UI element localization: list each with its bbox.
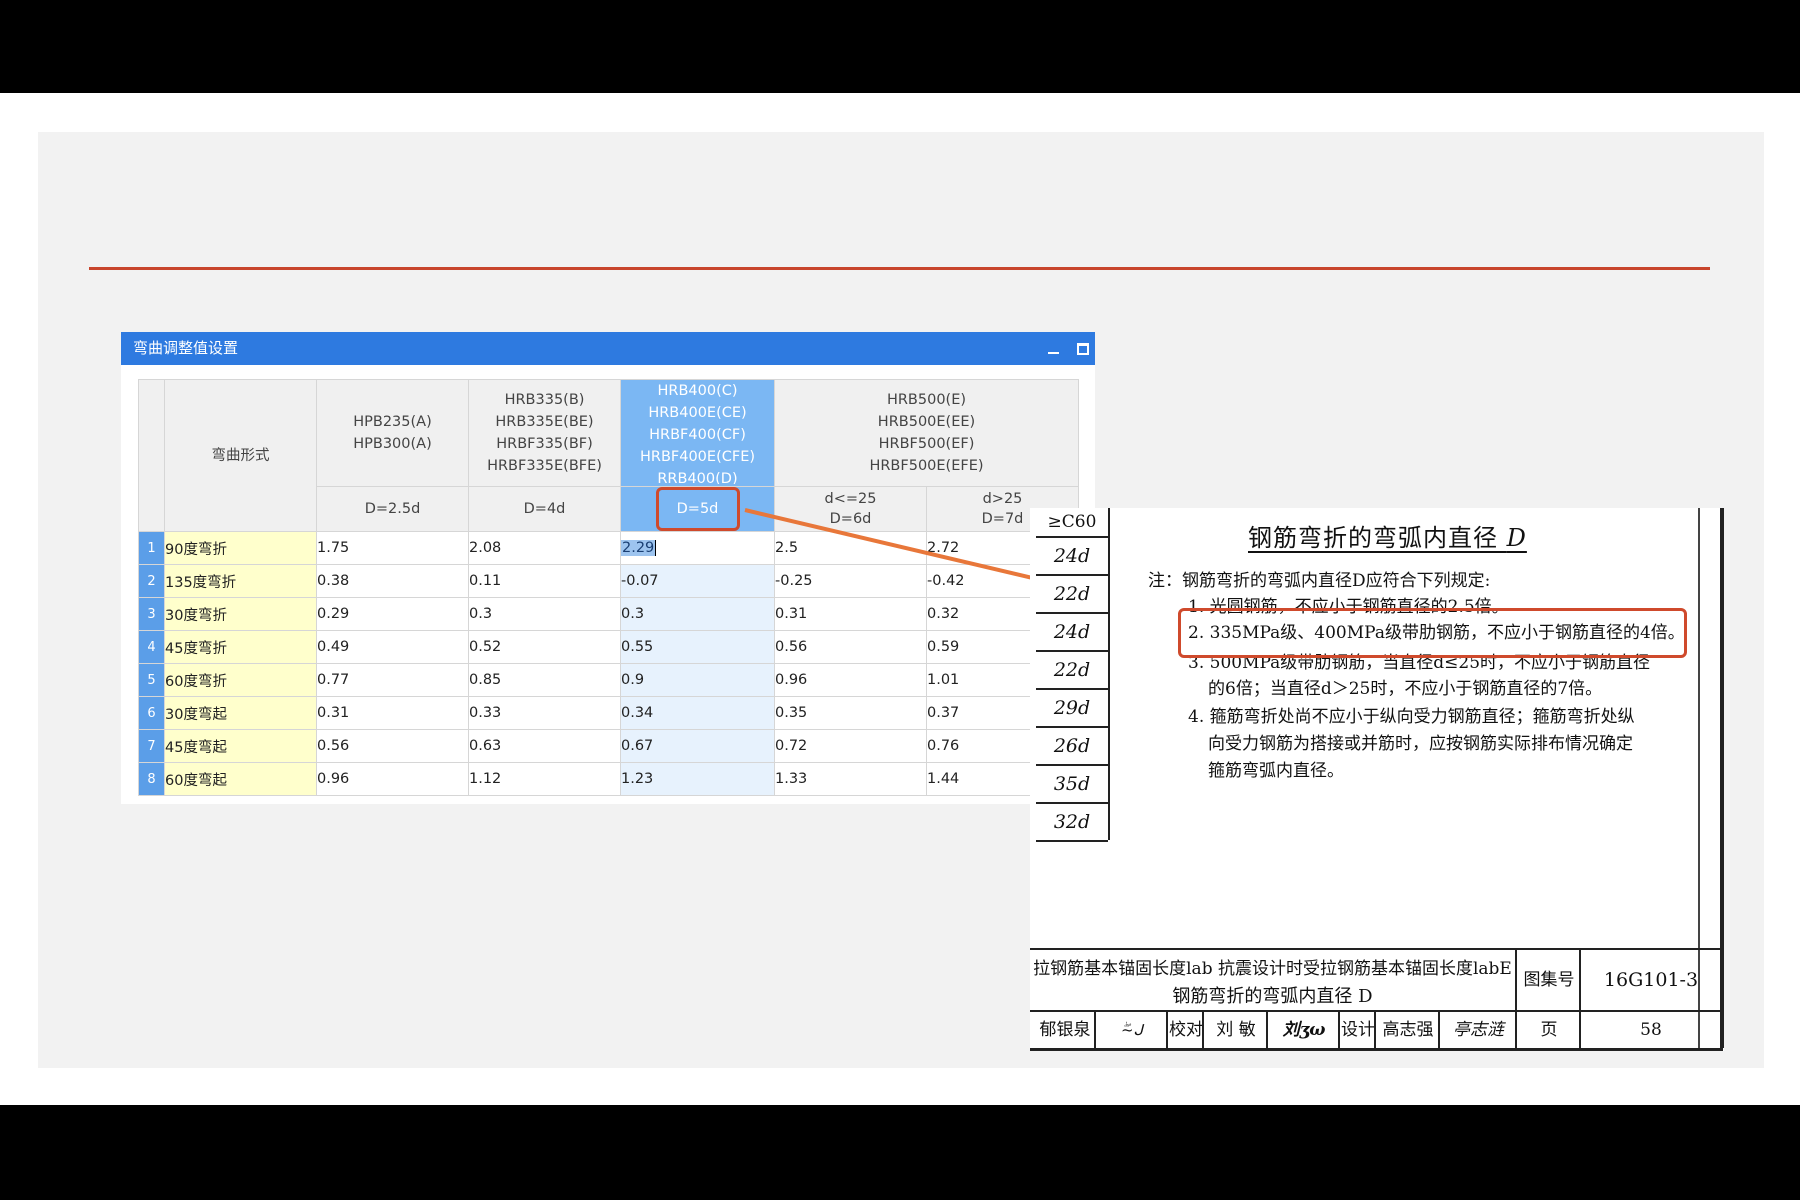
anchor-length-cell: 24d [1036,538,1108,576]
reviewer-name: 郁银泉 [1039,1020,1091,1040]
checker-signature: 刘ʒω [1266,1012,1340,1048]
check-label: 校对 [1166,1012,1204,1048]
anchor-length-cell: 26d [1036,728,1108,766]
anchor-length-cell: ≥C60 [1036,508,1108,538]
anchor-length-cell: 22d [1036,652,1108,690]
highlight-note-box [1178,608,1687,658]
anchor-length-cell: 24d [1036,614,1108,652]
note-line: 注：钢筋弯折的弯弧内直径D应符合下列规定: [1148,571,1491,591]
note-line: 4. 箍筋弯折处尚不应小于纵向受力钢筋直径；箍筋弯折处纵 [1188,707,1635,727]
designer-name: 高志强 [1374,1012,1440,1048]
design-label: 设计 [1338,1012,1376,1048]
anchor-length-column: ≥C60 24d 22d 24d 22d 29d 26d 35d 32d [1036,508,1110,842]
doc-title: 钢筋弯折的弯弧内直径 D [1248,518,1527,553]
anchor-length-cell: 32d [1036,804,1108,842]
anchor-length-cell: 29d [1036,690,1108,728]
note-line: 的6倍；当直径d＞25时，不应小于钢筋直径的7倍。 [1208,679,1603,699]
page-label: 页 [1515,1012,1581,1048]
doc-title-var: D [1506,524,1527,552]
note-line: 箍筋弯弧内直径。 [1208,761,1344,781]
atlas-label: 图集号 [1515,950,1581,1010]
reviewer-signature: ۖ~ᒍ [1094,1012,1168,1048]
anchor-length-cell: 35d [1036,766,1108,804]
designer-signature: 亭志涟 [1438,1012,1517,1048]
page-number: 58 [1579,1012,1721,1048]
anchor-length-cell: 22d [1036,576,1108,614]
standard-excerpt-image: ≥C60 24d 22d 24d 22d 29d 26d 35d 32d 钢筋弯折的弯弧内直径 … [1030,508,1724,1051]
atlas-number: 16G101-3 [1579,950,1721,1010]
caption-line: 拉钢筋基本锚固长度lab 抗震设计时受拉钢筋基本锚固长度labE [1033,959,1512,979]
note-line: 向受力钢筋为搭接或并筋时，应按钢筋实际排布情况确定 [1208,734,1633,754]
checker-name: 刘 敏 [1202,1012,1268,1048]
caption-line: 钢筋弯折的弯弧内直径 D [1172,986,1373,1007]
title-block: 拉钢筋基本锚固长度lab 抗震设计时受拉钢筋基本锚固长度labE 钢筋弯折的弯弧… [1030,948,1723,1051]
doc-title-text: 钢筋弯折的弯弧内直径 [1248,524,1498,552]
